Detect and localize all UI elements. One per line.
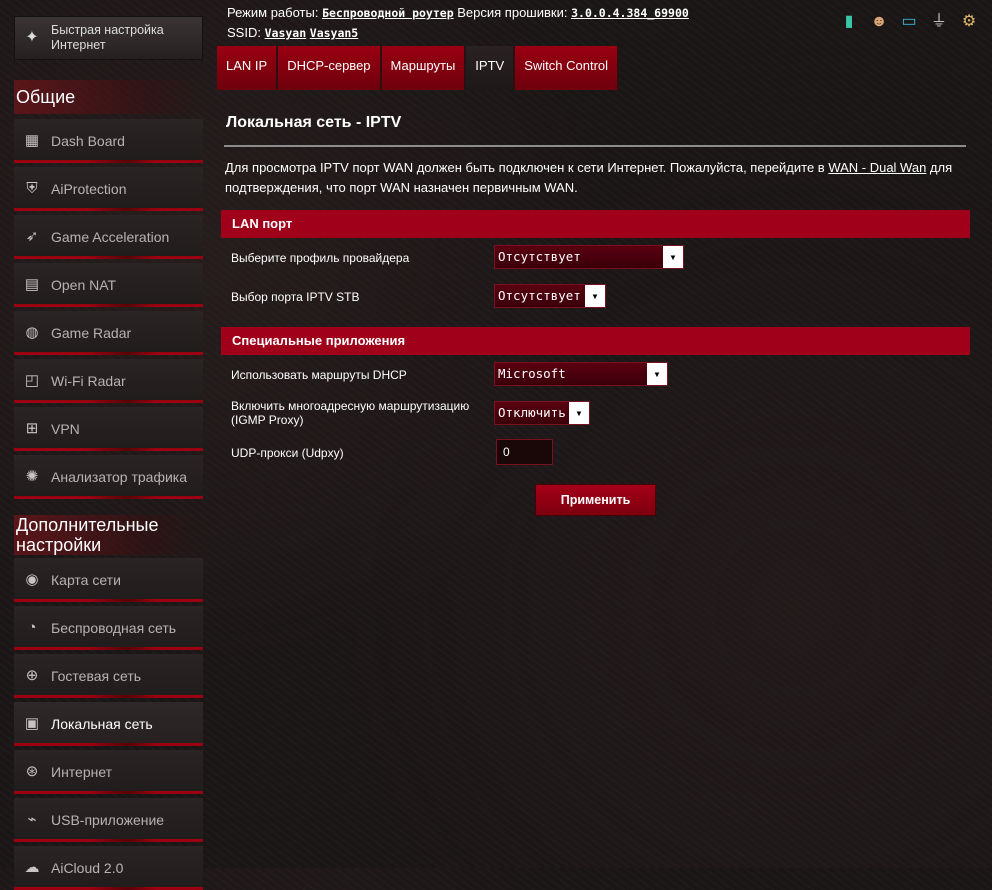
usb-status-icon[interactable]: ⏚ <box>928 11 950 33</box>
guest-network-icon: ⊕ <box>25 667 39 684</box>
tab-switch-control[interactable]: Switch Control <box>515 46 620 90</box>
tab-bar: LAN IP DHCP-сервер Маршруты IPTV Switch … <box>217 46 620 90</box>
sidebar-item-network-map[interactable]: ◉ Карта сети <box>14 558 203 602</box>
radar-icon: ◍ <box>25 324 39 341</box>
quick-setup-button[interactable]: ✦ Быстрая настройка Интернет <box>14 16 203 60</box>
sidebar-item-guest-network[interactable]: ⊕ Гостевая сеть <box>14 654 203 698</box>
ssid-label: SSID: <box>227 25 261 40</box>
chevron-down-icon: ▾ <box>663 246 683 268</box>
chevron-down-icon: ▾ <box>647 363 667 385</box>
tab-iptv[interactable]: IPTV <box>466 46 516 90</box>
udpxy-input[interactable]: 0 <box>496 439 553 465</box>
ssid-link-1[interactable]: Vasyan <box>265 26 307 40</box>
sidebar-item-open-nat[interactable]: ▤ Open NAT <box>14 263 203 307</box>
sidebar-item-lan[interactable]: ▣ Локальная сеть <box>14 702 203 746</box>
wan-dual-wan-link[interactable]: WAN - Dual Wan <box>828 160 926 175</box>
sidebar-item-aiprotection[interactable]: ⛨ AiProtection <box>14 167 203 211</box>
dhcp-routes-label: Использовать маршруты DHCP <box>231 368 407 382</box>
sidebar-item-traffic-analyzer[interactable]: ✺ Анализатор трафика <box>14 455 203 499</box>
dashboard-icon: ▦ <box>24 132 40 149</box>
users-icon[interactable]: ☻ <box>868 11 890 33</box>
sidebar-item-wifi-radar[interactable]: ◰ Wi-Fi Radar <box>14 359 203 403</box>
mode-label: Режим работы: <box>227 5 319 20</box>
iptv-stb-port-label: Выбор порта IPTV STB <box>231 290 360 304</box>
internet-globe-icon: ⊛ <box>25 763 39 780</box>
sidebar: ✦ Быстрая настройка Интернет Общие ▦ Dash… <box>0 0 215 890</box>
iptv-stb-port-select[interactable]: Отсутствует ▾ <box>494 284 606 308</box>
mode-row: Режим работы: Беспроводной роутер Версия… <box>227 5 689 25</box>
multicast-routing-label: Включить многоадресную маршрутизацию (IGM… <box>231 399 470 427</box>
firmware-label: Версия прошивки: <box>457 5 568 20</box>
wand-icon: ✦ <box>25 29 39 46</box>
firmware-link[interactable]: 3.0.0.4.384_69900 <box>571 6 689 20</box>
vpn-icon: ⊞ <box>25 420 39 437</box>
lan-icon: ▣ <box>24 715 40 732</box>
ssid-row: SSID: Vasyan Vasyan5 <box>227 25 689 45</box>
rocket-icon: ➶ <box>25 228 39 245</box>
general-section-title: Общие <box>14 80 202 114</box>
router-icon: ▤ <box>24 276 40 293</box>
multicast-routing-select[interactable]: Отключить ▾ <box>494 401 590 425</box>
network-icon[interactable]: ▭ <box>898 11 920 33</box>
dhcp-routes-select[interactable]: Microsoft ▾ <box>494 362 668 386</box>
header-icon-bar: ▮ ☻ ▭ ⏚ ⚙ <box>838 11 980 33</box>
advanced-section-title: Дополнительные настройки <box>14 515 202 555</box>
udpxy-label: UDP-прокси (Udpxy) <box>231 446 344 460</box>
phone-icon[interactable]: ▮ <box>838 11 860 33</box>
status-header: Режим работы: Беспроводной роутер Версия… <box>227 5 689 45</box>
shield-icon: ⛨ <box>26 180 38 197</box>
chevron-down-icon: ▾ <box>569 402 589 424</box>
sidebar-item-game-radar[interactable]: ◍ Game Radar <box>14 311 203 355</box>
special-apps-section-header: Специальные приложения <box>221 327 970 355</box>
wireless-icon: ◔ <box>27 619 37 636</box>
traffic-analyzer-icon: ✺ <box>25 468 39 485</box>
lan-port-section-header: LAN порт <box>221 210 970 238</box>
apply-button[interactable]: Применить <box>535 484 656 516</box>
provider-profile-select[interactable]: Отсутствует ▾ <box>494 245 684 269</box>
iptv-description: Для просмотра IPTV порт WAN должен быть … <box>225 160 953 195</box>
page-title: Локальная сеть - IPTV <box>226 114 402 131</box>
sidebar-item-dashboard[interactable]: ▦ Dash Board <box>14 119 203 163</box>
tab-lan-ip[interactable]: LAN IP <box>217 46 279 90</box>
settings-gear-icon[interactable]: ⚙ <box>958 11 980 33</box>
title-divider <box>224 145 966 147</box>
sidebar-item-game-acceleration[interactable]: ➶ Game Acceleration <box>14 215 203 259</box>
tab-routes[interactable]: Маршруты <box>381 46 467 90</box>
cloud-icon: ☁ <box>24 859 40 876</box>
wifi-radar-icon: ◰ <box>24 372 40 389</box>
tab-dhcp-server[interactable]: DHCP-сервер <box>278 46 382 90</box>
sidebar-item-wireless[interactable]: ◔ Беспроводная сеть <box>14 606 203 650</box>
provider-profile-label: Выберите профиль провайдера <box>231 251 410 265</box>
quick-setup-label: Быстрая настройка Интернет <box>51 23 164 52</box>
sidebar-item-internet[interactable]: ⊛ Интернет <box>14 750 203 794</box>
usb-icon: ⌁ <box>27 811 37 828</box>
mode-link[interactable]: Беспроводной роутер <box>322 6 454 20</box>
ssid-link-2[interactable]: Vasyan5 <box>310 26 358 40</box>
sidebar-item-vpn[interactable]: ⊞ VPN <box>14 407 203 451</box>
globe-map-icon: ◉ <box>25 571 39 588</box>
chevron-down-icon: ▾ <box>585 285 605 307</box>
sidebar-item-usb[interactable]: ⌁ USB-приложение <box>14 798 203 842</box>
sidebar-item-aicloud[interactable]: ☁ AiCloud 2.0 <box>14 846 203 890</box>
